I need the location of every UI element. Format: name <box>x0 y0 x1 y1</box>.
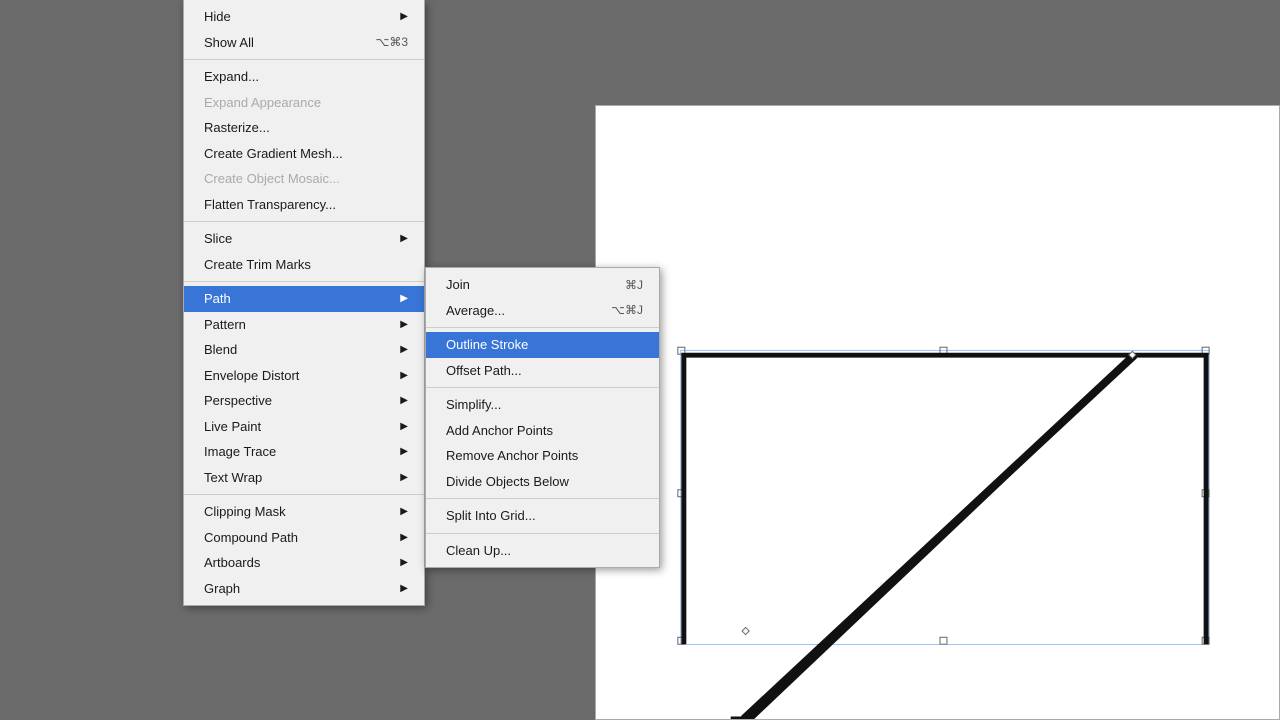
submenu-arrow-blend: ▶ <box>400 342 408 357</box>
submenu-item-divide-objects-below-label: Divide Objects Below <box>446 472 569 492</box>
submenu-arrow-artboards: ▶ <box>400 555 408 570</box>
menu-item-slice[interactable]: Slice ▶ <box>184 226 424 252</box>
submenu-separator-4 <box>426 533 659 534</box>
menu-item-pattern[interactable]: Pattern ▶ <box>184 312 424 338</box>
submenu-item-outline-stroke[interactable]: Outline Stroke <box>426 332 659 358</box>
submenu-item-offset-path-label: Offset Path... <box>446 361 522 381</box>
submenu-arrow-pattern: ▶ <box>400 317 408 332</box>
submenu-item-simplify-label: Simplify... <box>446 395 501 415</box>
menu-item-graph-label: Graph <box>204 579 240 599</box>
menu-item-compound-path-label: Compound Path <box>204 528 298 548</box>
menu-item-text-wrap[interactable]: Text Wrap ▶ <box>184 465 424 491</box>
menu-item-envelope-distort[interactable]: Envelope Distort ▶ <box>184 363 424 389</box>
menu-item-flatten-transparency-label: Flatten Transparency... <box>204 195 336 215</box>
canvas-area <box>595 105 1280 720</box>
menu-item-artboards-label: Artboards <box>204 553 260 573</box>
menu-item-slice-label: Slice <box>204 229 232 249</box>
submenu-item-split-into-grid[interactable]: Split Into Grid... <box>426 503 659 529</box>
submenu-item-average[interactable]: Average... ⌥⌘J <box>426 298 659 324</box>
menu-item-clipping-mask[interactable]: Clipping Mask ▶ <box>184 499 424 525</box>
submenu-item-clean-up[interactable]: Clean Up... <box>426 538 659 564</box>
submenu-item-add-anchor-points[interactable]: Add Anchor Points <box>426 418 659 444</box>
submenu-arrow-text-wrap: ▶ <box>400 470 408 485</box>
submenu-item-remove-anchor-points[interactable]: Remove Anchor Points <box>426 443 659 469</box>
menu-item-create-object-mosaic-label: Create Object Mosaic... <box>204 169 340 189</box>
menu-item-path-label: Path <box>204 289 231 309</box>
submenu-arrow-clipping-mask: ▶ <box>400 504 408 519</box>
menu-item-perspective[interactable]: Perspective ▶ <box>184 388 424 414</box>
menu-item-show-all[interactable]: Show All ⌥⌘3 <box>184 30 424 56</box>
submenu-item-outline-stroke-label: Outline Stroke <box>446 335 528 355</box>
submenu-item-add-anchor-points-label: Add Anchor Points <box>446 421 553 441</box>
menu-item-clipping-mask-label: Clipping Mask <box>204 502 286 522</box>
submenu-separator-1 <box>426 327 659 328</box>
menu-item-image-trace[interactable]: Image Trace ▶ <box>184 439 424 465</box>
menu-item-rasterize[interactable]: Rasterize... <box>184 115 424 141</box>
submenu-item-divide-objects-below[interactable]: Divide Objects Below <box>426 469 659 495</box>
separator-1 <box>184 59 424 60</box>
submenu-arrow-hide: ▶ <box>400 9 408 24</box>
menu-item-text-wrap-label: Text Wrap <box>204 468 262 488</box>
submenu-separator-3 <box>426 498 659 499</box>
menu-item-expand-label: Expand... <box>204 67 259 87</box>
submenu-item-join[interactable]: Join ⌘J <box>426 272 659 298</box>
menu-item-create-gradient-mesh[interactable]: Create Gradient Mesh... <box>184 141 424 167</box>
submenu-item-join-shortcut: ⌘J <box>625 276 643 294</box>
submenu-item-average-shortcut: ⌥⌘J <box>611 301 643 319</box>
menu-item-graph[interactable]: Graph ▶ <box>184 576 424 602</box>
menu-item-create-object-mosaic: Create Object Mosaic... <box>184 166 424 192</box>
submenu-item-remove-anchor-points-label: Remove Anchor Points <box>446 446 578 466</box>
submenu-item-offset-path[interactable]: Offset Path... <box>426 358 659 384</box>
menu-item-pattern-label: Pattern <box>204 315 246 335</box>
menu-item-path[interactable]: Path ▶ <box>184 286 424 312</box>
submenu-arrow-slice: ▶ <box>400 231 408 246</box>
submenu-arrow-perspective: ▶ <box>400 393 408 408</box>
menu-item-rasterize-label: Rasterize... <box>204 118 270 138</box>
menu-item-image-trace-label: Image Trace <box>204 442 276 462</box>
submenu-item-clean-up-label: Clean Up... <box>446 541 511 561</box>
submenu-arrow-image-trace: ▶ <box>400 444 408 459</box>
submenu-arrow-graph: ▶ <box>400 581 408 596</box>
submenu-item-join-label: Join <box>446 275 470 295</box>
menu-item-flatten-transparency[interactable]: Flatten Transparency... <box>184 192 424 218</box>
submenu-item-average-label: Average... <box>446 301 505 321</box>
separator-3 <box>184 281 424 282</box>
menu-item-hide[interactable]: Hide ▶ <box>184 4 424 30</box>
menu-item-blend[interactable]: Blend ▶ <box>184 337 424 363</box>
menu-item-create-gradient-mesh-label: Create Gradient Mesh... <box>204 144 343 164</box>
submenu-separator-2 <box>426 387 659 388</box>
submenu-item-split-into-grid-label: Split Into Grid... <box>446 506 536 526</box>
main-menu: Hide ▶ Show All ⌥⌘3 Expand... Expand App… <box>183 0 425 606</box>
menu-item-show-all-shortcut: ⌥⌘3 <box>375 33 408 51</box>
submenu-arrow-path: ▶ <box>400 291 408 306</box>
menu-item-live-paint[interactable]: Live Paint ▶ <box>184 414 424 440</box>
menu-item-perspective-label: Perspective <box>204 391 272 411</box>
path-submenu: Join ⌘J Average... ⌥⌘J Outline Stroke Of… <box>425 267 660 568</box>
menu-item-expand-appearance-label: Expand Appearance <box>204 93 321 113</box>
menu-item-envelope-distort-label: Envelope Distort <box>204 366 299 386</box>
separator-4 <box>184 494 424 495</box>
submenu-arrow-envelope-distort: ▶ <box>400 368 408 383</box>
menu-item-live-paint-label: Live Paint <box>204 417 261 437</box>
separator-2 <box>184 221 424 222</box>
menu-item-expand-appearance: Expand Appearance <box>184 90 424 116</box>
menu-item-create-trim-marks[interactable]: Create Trim Marks <box>184 252 424 278</box>
menu-item-show-all-label: Show All <box>204 33 254 53</box>
menu-item-create-trim-marks-label: Create Trim Marks <box>204 255 311 275</box>
menu-item-expand[interactable]: Expand... <box>184 64 424 90</box>
submenu-arrow-compound-path: ▶ <box>400 530 408 545</box>
menu-item-compound-path[interactable]: Compound Path ▶ <box>184 525 424 551</box>
submenu-arrow-live-paint: ▶ <box>400 419 408 434</box>
menu-item-hide-label: Hide <box>204 7 231 27</box>
submenu-item-simplify[interactable]: Simplify... <box>426 392 659 418</box>
menu-item-artboards[interactable]: Artboards ▶ <box>184 550 424 576</box>
menu-item-blend-label: Blend <box>204 340 237 360</box>
